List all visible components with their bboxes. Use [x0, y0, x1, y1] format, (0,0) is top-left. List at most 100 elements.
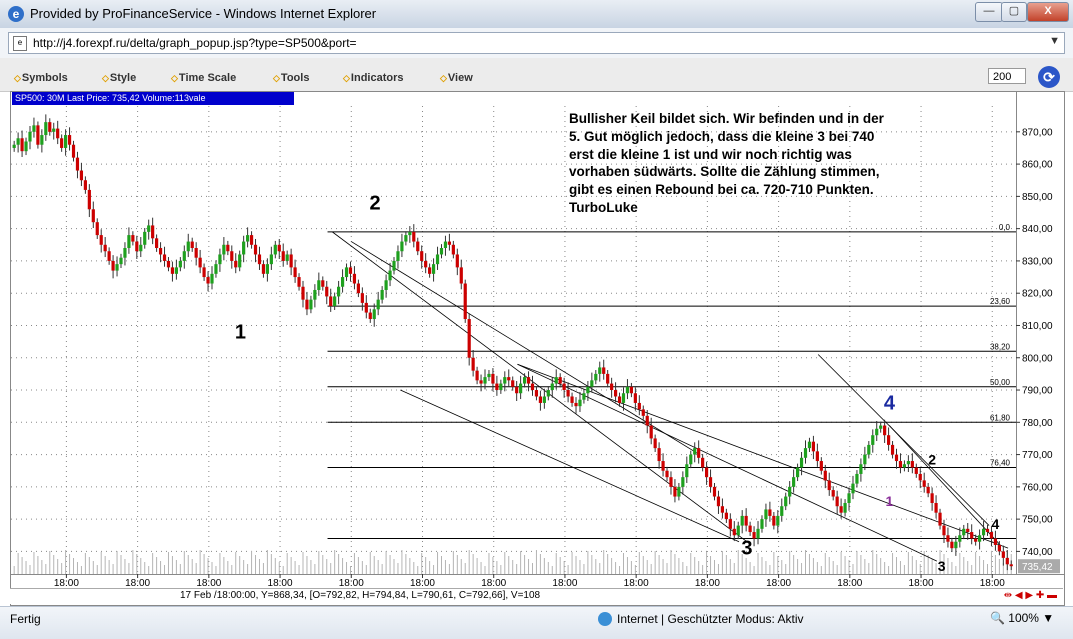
candle-up [756, 528, 760, 539]
candle-down [744, 515, 748, 526]
candle-up [408, 231, 412, 236]
wave-label: 4 [884, 392, 896, 414]
candle-up [843, 502, 847, 513]
candle-down [249, 235, 254, 245]
menu-style[interactable]: ◇Style [102, 72, 136, 84]
candlestick-chart[interactable]: 0,0 23,60 38,20 50,00 61,80 76,40 740,00 750,0… [11, 92, 1064, 589]
cursor-info-text: 17 Feb /18:00:00, Y=868,34, [O=792,82, H… [180, 590, 541, 601]
candle-down [289, 254, 293, 268]
candle-up [246, 235, 250, 242]
candle-down [364, 302, 368, 313]
candle-down [886, 435, 891, 445]
candle-down [329, 296, 333, 307]
page-icon: e [13, 36, 27, 51]
candle-up [392, 260, 396, 271]
candle-up [115, 264, 119, 271]
candle-down [301, 286, 305, 300]
y-axis-tick-label: 820,00 [1022, 289, 1053, 300]
candle-up [273, 244, 277, 255]
candle-down [158, 248, 163, 255]
candle-down [752, 532, 756, 539]
candle-up [803, 448, 808, 458]
globe-icon [598, 612, 612, 626]
candle-up [64, 135, 68, 148]
wave-label: 3 [938, 558, 946, 574]
candle-down [629, 386, 634, 394]
candle-down [321, 280, 325, 287]
chevron-down-icon[interactable]: ▼ [1049, 35, 1060, 47]
diamond-icon: ◇ [14, 73, 21, 83]
candle-down [75, 157, 80, 171]
candle-down [772, 515, 776, 526]
candle-down [467, 319, 471, 358]
candle-down [602, 367, 606, 374]
candle-up [404, 235, 408, 242]
candle-up [859, 464, 863, 474]
menu-view[interactable]: ◇View [440, 72, 473, 84]
candle-down [894, 454, 899, 462]
menu-tools[interactable]: ◇Tools [273, 72, 309, 84]
menu-symbols[interactable]: ◇Symbols [14, 72, 68, 84]
candle-down [56, 128, 60, 139]
candle-up [546, 390, 550, 397]
candle-down [281, 251, 285, 261]
candle-up [40, 135, 44, 145]
candle-down [170, 267, 175, 274]
candle-up [439, 248, 444, 255]
candle-down [36, 125, 40, 145]
maximize-button[interactable]: ▢ [1001, 2, 1027, 22]
annotation-line: TurboLuke [569, 199, 638, 215]
candle-down [166, 260, 171, 268]
bars-count-input[interactable]: 200 [988, 68, 1026, 84]
chart-nav-icons[interactable]: ⇹ ◀ ▶ ✚ ▬ [1004, 590, 1057, 601]
last-price-label: 735,42 [1022, 562, 1053, 573]
refresh-icon[interactable]: ⟳ [1038, 66, 1060, 88]
candle-down [459, 267, 463, 284]
menu-symbols-label: Symbols [21, 72, 68, 84]
candle-down [420, 251, 424, 261]
candle-down [819, 461, 823, 471]
candle-down [60, 138, 64, 148]
candle-up [621, 393, 626, 403]
zoom-level[interactable]: 🔍 100% ▼ [990, 611, 1054, 625]
y-axis-tick-label: 860,00 [1022, 160, 1053, 171]
candle-up [598, 367, 602, 374]
candle-down [83, 180, 87, 190]
candle-down [839, 506, 843, 513]
candle-up [139, 244, 143, 252]
candle-down [511, 380, 515, 387]
candle-down [910, 461, 914, 468]
candle-down [665, 470, 669, 478]
close-button[interactable]: X [1027, 2, 1069, 22]
candle-up [542, 396, 546, 403]
window-title-bar: e Provided by ProFinanceService - Window… [0, 0, 1073, 29]
candle-down [673, 486, 677, 497]
y-axis-tick-label: 870,00 [1022, 127, 1053, 138]
candle-down [67, 135, 72, 145]
candle-down [835, 496, 839, 507]
trend-line [817, 354, 990, 526]
y-axis-tick-label: 850,00 [1022, 192, 1053, 203]
candle-down [898, 461, 903, 468]
candle-down [613, 390, 618, 397]
menu-time-scale[interactable]: ◇Time Scale [171, 72, 236, 84]
candle-up [958, 535, 962, 542]
candle-down [657, 448, 661, 462]
url-field[interactable]: e http://j4.forexpf.ru/delta/graph_popup… [8, 32, 1065, 54]
candle-up [586, 386, 590, 394]
y-axis-tick-label: 760,00 [1022, 482, 1053, 493]
candle-up [384, 280, 388, 290]
candle-down [368, 312, 372, 320]
diamond-icon: ◇ [273, 73, 280, 83]
candle-down [989, 532, 994, 539]
menu-style-label: Style [109, 72, 137, 84]
url-text[interactable]: http://j4.forexpf.ru/delta/graph_popup.j… [33, 36, 357, 50]
wave-label: 1 [235, 321, 246, 343]
minimize-button[interactable]: — [975, 2, 1003, 22]
annotation-line: erst die kleine 1 ist und wir noch richt… [569, 146, 852, 162]
candle-up [851, 483, 855, 494]
candle-up [337, 286, 341, 297]
candle-up [740, 515, 744, 526]
candle-up [218, 254, 222, 265]
menu-indicators[interactable]: ◇Indicators [343, 72, 404, 84]
